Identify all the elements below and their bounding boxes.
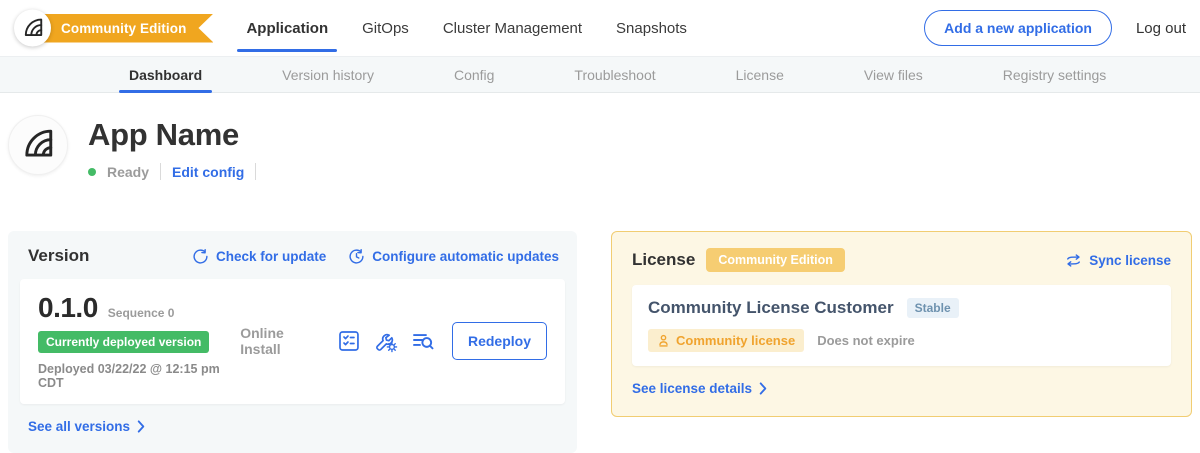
subnav-label: View files — [864, 67, 923, 83]
tab-label: GitOps — [362, 20, 409, 37]
ribbon-label: Community Edition — [61, 21, 186, 36]
preflight-checklist-icon[interactable] — [337, 328, 361, 354]
logout-link[interactable]: Log out — [1136, 20, 1186, 37]
auto-update-clock-icon — [348, 248, 365, 265]
top-nav-right: Add a new application Log out — [924, 10, 1190, 46]
subnav-item-license[interactable]: License — [726, 57, 794, 92]
version-card-title: Version — [28, 246, 89, 266]
app-header-text: App Name Ready Edit config — [88, 115, 256, 180]
sequence-label: Sequence 0 — [108, 306, 175, 320]
expiration-text: Does not expire — [817, 333, 915, 348]
app-status-row: Ready Edit config — [88, 163, 256, 180]
dashboard-cards: Version Check for update Configure au — [0, 231, 1200, 453]
top-nav: Community Edition Application GitOps Clu… — [0, 0, 1200, 56]
tab-gitops[interactable]: GitOps — [351, 0, 420, 56]
link-label: See license details — [632, 381, 752, 396]
version-number-row: 0.1.0 Sequence 0 — [38, 292, 240, 324]
subnav-label: Registry settings — [1003, 67, 1106, 83]
license-customer-row: Community License Customer Stable — [648, 298, 1155, 318]
license-details-panel: Community License Customer Stable Commun… — [632, 285, 1171, 366]
current-version-panel: 0.1.0 Sequence 0 Currently deployed vers… — [20, 279, 565, 404]
tab-application[interactable]: Application — [235, 0, 339, 56]
version-number: 0.1.0 — [38, 292, 98, 324]
badge-label: Community license — [676, 333, 795, 348]
replicated-logo-icon — [21, 128, 55, 162]
replicated-logo-badge — [14, 10, 51, 47]
subnav-item-version-history[interactable]: Version history — [272, 57, 384, 92]
view-logs-icon[interactable] — [411, 328, 435, 354]
subnav-item-config[interactable]: Config — [444, 57, 504, 92]
subnav-label: Troubleshoot — [574, 67, 655, 83]
channel-badge: Stable — [907, 298, 959, 318]
subnav-item-view-files[interactable]: View files — [854, 57, 933, 92]
version-card: Version Check for update Configure au — [8, 231, 577, 453]
see-license-details-link[interactable]: See license details — [632, 381, 767, 396]
link-label: Configure automatic updates — [372, 249, 559, 264]
sync-arrows-icon — [1065, 252, 1082, 269]
tab-snapshots[interactable]: Snapshots — [605, 0, 698, 56]
subnav-item-registry-settings[interactable]: Registry settings — [993, 57, 1116, 92]
license-type-badge: Community license — [648, 329, 804, 352]
replicated-logo-icon — [22, 17, 44, 39]
configure-automatic-updates-link[interactable]: Configure automatic updates — [348, 248, 559, 265]
redeploy-button[interactable]: Redeploy — [452, 322, 547, 360]
chevron-right-icon — [137, 420, 145, 433]
license-type-row: Community license Does not expire — [648, 329, 1155, 352]
community-edition-ribbon: Community Edition — [32, 14, 213, 43]
primary-tabs: Application GitOps Cluster Management Sn… — [235, 0, 709, 56]
license-card: License Community Edition Sync license C… — [611, 231, 1192, 417]
subnav-label: Dashboard — [129, 67, 202, 83]
deployed-timestamp: Deployed 03/22/22 @ 12:15 pm CDT — [38, 362, 240, 390]
tab-label: Snapshots — [616, 20, 687, 37]
license-title-group: License Community Edition — [632, 248, 845, 272]
app-avatar — [8, 115, 68, 175]
divider — [160, 163, 161, 180]
chevron-right-icon — [759, 382, 767, 395]
install-type-label: Online Install — [240, 325, 321, 357]
see-all-versions-link[interactable]: See all versions — [28, 419, 145, 434]
status-dot — [88, 168, 96, 176]
subnav-item-dashboard[interactable]: Dashboard — [119, 57, 212, 92]
community-edition-badge: Community Edition — [706, 248, 845, 272]
brand: Community Edition — [14, 0, 213, 56]
refresh-icon — [192, 248, 209, 265]
status-text: Ready — [107, 164, 149, 180]
config-wrench-icon[interactable] — [374, 328, 398, 354]
subnav-label: Version history — [282, 67, 374, 83]
sync-license-link[interactable]: Sync license — [1065, 252, 1171, 269]
subnav-item-troubleshoot[interactable]: Troubleshoot — [564, 57, 665, 92]
version-info: 0.1.0 Sequence 0 Currently deployed vers… — [38, 292, 240, 390]
subnav-label: License — [736, 67, 784, 83]
person-icon — [657, 334, 670, 347]
add-new-application-button[interactable]: Add a new application — [924, 10, 1112, 46]
tab-cluster-management[interactable]: Cluster Management — [432, 0, 593, 56]
link-label: See all versions — [28, 419, 130, 434]
link-label: Sync license — [1089, 253, 1171, 268]
customer-name: Community License Customer — [648, 298, 894, 318]
check-for-update-link[interactable]: Check for update — [192, 248, 326, 265]
divider — [255, 163, 256, 180]
license-card-title: License — [632, 250, 695, 270]
edit-config-link[interactable]: Edit config — [172, 164, 244, 180]
link-label: Check for update — [216, 249, 326, 264]
version-card-header: Version Check for update Configure au — [28, 246, 559, 266]
tab-label: Application — [246, 20, 328, 37]
page-title: App Name — [88, 117, 256, 153]
currently-deployed-badge: Currently deployed version — [38, 331, 209, 353]
app-sub-nav: Dashboard Version history Config Trouble… — [0, 56, 1200, 93]
version-actions: Online Install Re — [240, 322, 547, 360]
subnav-label: Config — [454, 67, 494, 83]
version-header-links: Check for update Configure automatic upd… — [192, 248, 559, 265]
license-card-header: License Community Edition Sync license — [632, 248, 1171, 272]
app-header: App Name Ready Edit config — [0, 93, 1200, 215]
tab-label: Cluster Management — [443, 20, 582, 37]
